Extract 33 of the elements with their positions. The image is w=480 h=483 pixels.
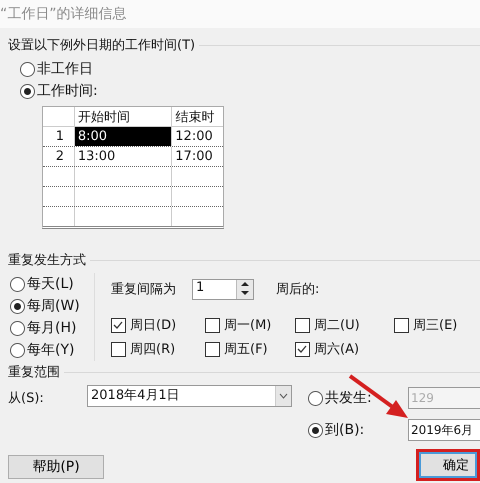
from-label: 从(S): bbox=[8, 390, 45, 407]
day-checkbox[interactable]: 周六(A) bbox=[295, 339, 394, 359]
window-title: “工作日”的详细信息 bbox=[0, 5, 127, 23]
table-cell[interactable]: 13:00 bbox=[74, 147, 172, 166]
radio-option[interactable]: 每周(W) bbox=[10, 295, 94, 317]
column-header[interactable]: 结束时 bbox=[172, 107, 223, 126]
interval-spinbox[interactable]: 1 bbox=[192, 278, 254, 300]
day-checkbox[interactable]: 周二(U) bbox=[295, 315, 394, 335]
radio-option[interactable]: 共发生: bbox=[308, 387, 408, 409]
dialog-button[interactable]: 帮助(P) bbox=[8, 455, 104, 479]
day-checkbox[interactable]: 周三(E) bbox=[394, 315, 474, 335]
radio-option[interactable]: 工作时间: bbox=[20, 80, 480, 102]
group-label: 重复范围 bbox=[8, 364, 60, 381]
day-checkbox[interactable]: 周一(M) bbox=[205, 315, 295, 335]
dialog-button[interactable]: 确定 bbox=[416, 449, 480, 481]
table-cell[interactable]: 12:00 bbox=[172, 127, 223, 146]
group-label: 设置以下例外日期的工作时间(T) bbox=[8, 37, 196, 54]
day-checkbox[interactable]: 周四(R) bbox=[111, 339, 205, 359]
input-field[interactable]: 2019年6月 bbox=[408, 419, 480, 441]
day-checkbox[interactable]: 周五(F) bbox=[205, 339, 295, 359]
interval-label: 重复间隔为 bbox=[111, 281, 176, 298]
radio-option[interactable]: 每月(H) bbox=[10, 317, 94, 339]
day-checkbox[interactable]: 周日(D) bbox=[111, 315, 205, 335]
radio-option[interactable]: 非工作日 bbox=[20, 58, 480, 80]
radio-option[interactable]: 每年(Y) bbox=[10, 339, 94, 361]
table-cell[interactable]: 8:00 bbox=[74, 127, 172, 146]
column-header[interactable]: 开始时间 bbox=[74, 107, 172, 126]
interval-suffix: 周后的: bbox=[276, 281, 320, 298]
radio-option[interactable]: 到(B): bbox=[308, 419, 408, 441]
radio-option[interactable]: 每天(L) bbox=[10, 273, 94, 295]
group-label: 重复发生方式 bbox=[8, 252, 86, 269]
table-cell[interactable]: 17:00 bbox=[172, 147, 223, 166]
start-date-dropdown[interactable]: 2018年4月1日 bbox=[87, 385, 292, 407]
